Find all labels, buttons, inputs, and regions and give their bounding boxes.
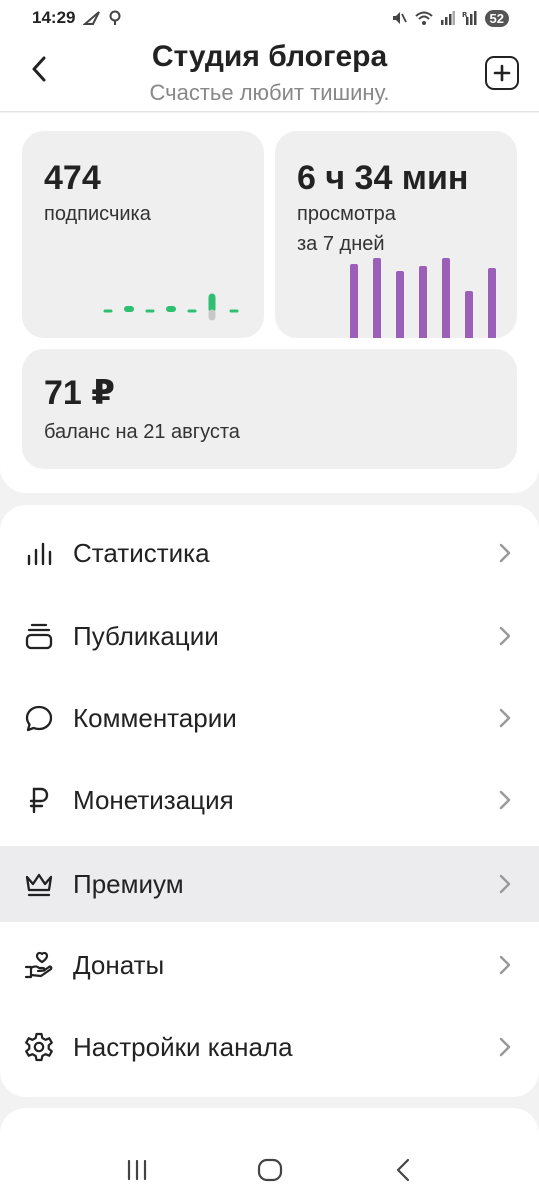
menu-label-channel-settings: Настройки канала xyxy=(73,1031,293,1062)
chevron-right-icon xyxy=(499,543,511,563)
wifi-icon xyxy=(414,11,433,25)
system-back-button[interactable] xyxy=(383,1150,423,1190)
chevron-right-icon xyxy=(499,955,511,975)
battery-level: 52 xyxy=(484,9,509,27)
views-bar-chart xyxy=(350,258,496,338)
back-arrow-icon xyxy=(396,1158,409,1182)
gear-icon xyxy=(24,1032,54,1062)
menu-label-publications: Публикации xyxy=(73,620,219,651)
comment-icon xyxy=(24,703,54,733)
page-subtitle: Счастье любит тишину. xyxy=(149,80,390,105)
location-icon xyxy=(109,10,121,25)
views-duration: 6 ч 34 мин xyxy=(297,159,469,197)
plus-icon xyxy=(493,64,511,82)
app-header: Студия блогера Счастье любит тишину. xyxy=(0,36,539,112)
chevron-right-icon xyxy=(499,874,511,894)
crown-icon xyxy=(24,869,54,899)
recents-icon xyxy=(127,1159,146,1181)
ruble-icon xyxy=(24,785,54,815)
stats-section: 474 подписчика 6 ч 34 мин просмотра за 7… xyxy=(0,113,539,493)
views-label-2: за 7 дней xyxy=(297,233,385,255)
balance-card[interactable]: 71 ₽ баланс на 21 августа xyxy=(22,349,517,469)
menu-label-statistics: Статистика xyxy=(73,537,210,568)
balance-label: баланс на 21 августа xyxy=(44,421,240,443)
subscribers-sparkline xyxy=(103,293,239,321)
recent-apps-button[interactable] xyxy=(117,1150,157,1190)
menu-label-monetization: Монетизация xyxy=(73,784,234,815)
home-button[interactable] xyxy=(250,1150,290,1190)
stack-icon xyxy=(24,621,54,651)
signal-r-icon: R xyxy=(462,11,477,25)
chevron-right-icon xyxy=(499,708,511,728)
add-button[interactable] xyxy=(485,56,519,90)
status-time: 14:29 xyxy=(32,8,76,27)
bird-icon xyxy=(83,11,101,25)
menu-item-channel-settings[interactable]: Настройки канала xyxy=(0,1009,539,1085)
subscribers-label: подписчика xyxy=(44,203,151,225)
system-nav-bar xyxy=(0,1140,539,1200)
menu-item-donations[interactable]: Донаты xyxy=(0,927,539,1003)
signal-icon xyxy=(440,11,455,25)
donate-hand-icon xyxy=(24,950,54,980)
subscribers-count: 474 xyxy=(44,159,101,197)
menu-item-statistics[interactable]: Статистика xyxy=(0,515,539,591)
menu-item-publications[interactable]: Публикации xyxy=(0,598,539,674)
subscribers-card[interactable]: 474 подписчика xyxy=(22,131,264,338)
home-icon xyxy=(257,1158,282,1182)
bar-chart-icon xyxy=(24,538,54,568)
menu-label-donations: Донаты xyxy=(73,949,165,980)
mute-icon xyxy=(392,12,407,24)
balance-amount: 71 ₽ xyxy=(44,374,115,412)
status-bar: 14:29 R 52 xyxy=(0,0,539,36)
views-label-1: просмотра xyxy=(297,203,396,225)
menu-item-comments[interactable]: Комментарии xyxy=(0,680,539,756)
chevron-right-icon xyxy=(499,790,511,810)
studio-menu: Статистика Публикации Комментарии Монети… xyxy=(0,505,539,1097)
menu-item-premium[interactable]: Премиум xyxy=(0,846,539,922)
menu-label-premium: Премиум xyxy=(73,868,184,899)
menu-label-comments: Комментарии xyxy=(73,702,237,733)
views-card[interactable]: 6 ч 34 мин просмотра за 7 дней xyxy=(275,131,517,338)
page-title: Студия блогера xyxy=(151,40,388,73)
menu-item-monetization[interactable]: Монетизация xyxy=(0,762,539,838)
svg-text:R: R xyxy=(462,11,468,19)
chevron-right-icon xyxy=(499,1037,511,1057)
chevron-right-icon xyxy=(499,626,511,646)
